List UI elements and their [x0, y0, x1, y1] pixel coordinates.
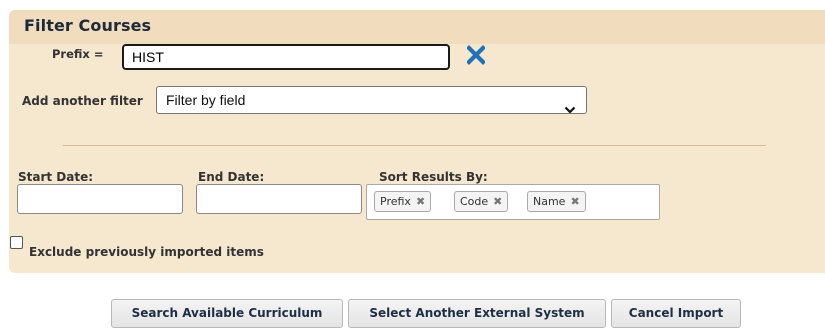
- add-filter-label: Add another filter: [22, 94, 143, 108]
- chevron-down-icon: [564, 96, 576, 122]
- remove-filter-x-icon[interactable]: [466, 45, 486, 65]
- select-external-system-button[interactable]: Select Another External System: [348, 299, 606, 328]
- prefix-input[interactable]: [122, 44, 450, 70]
- sort-results-label: Sort Results By:: [379, 170, 488, 184]
- prefix-label: Prefix =: [52, 47, 104, 61]
- start-date-label: Start Date:: [18, 170, 94, 184]
- remove-chip-icon[interactable]: ✖: [570, 195, 579, 208]
- sort-chip-code[interactable]: Code ✖: [454, 191, 509, 212]
- sort-chip-label: Code: [460, 195, 489, 208]
- sort-results-box[interactable]: Prefix ✖ Code ✖ Name ✖: [366, 184, 660, 220]
- sort-chip-label: Name: [533, 195, 566, 208]
- add-filter-select[interactable]: Filter by field: [156, 86, 587, 114]
- search-curriculum-button[interactable]: Search Available Curriculum: [111, 299, 343, 328]
- sort-chip-prefix[interactable]: Prefix ✖: [374, 191, 432, 212]
- exclude-label: Exclude previously imported items: [29, 245, 264, 259]
- sort-chip-label: Prefix: [380, 195, 411, 208]
- cancel-import-button[interactable]: Cancel Import: [611, 299, 741, 328]
- exclude-checkbox[interactable]: [10, 236, 23, 249]
- sort-chip-name[interactable]: Name ✖: [527, 191, 586, 212]
- start-date-input[interactable]: [17, 184, 183, 214]
- panel-title: Filter Courses: [24, 16, 152, 35]
- remove-chip-icon[interactable]: ✖: [416, 195, 425, 208]
- add-filter-selected-value: Filter by field: [166, 92, 246, 108]
- divider: [63, 145, 766, 146]
- end-date-label: End Date:: [198, 170, 265, 184]
- end-date-input[interactable]: [196, 184, 362, 214]
- remove-chip-icon[interactable]: ✖: [493, 195, 502, 208]
